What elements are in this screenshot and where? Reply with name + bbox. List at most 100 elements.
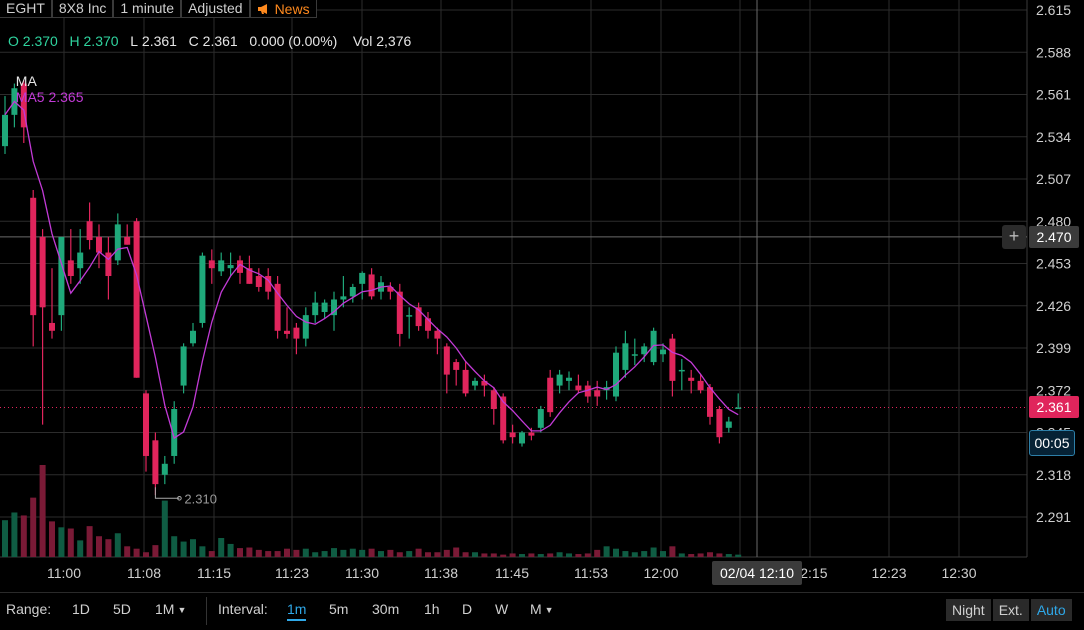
interval-m-label: M [530,601,542,617]
volume-bar [594,549,601,557]
candle-body [406,315,413,317]
interval-m-dropdown[interactable]: M ▼ [530,601,554,617]
volume-bar [284,548,290,557]
ohlc-readout: O 2.370 H 2.370 L 2.361 C 2.361 0.000 (0… [8,33,411,49]
candle-body [218,260,225,272]
range-label: Range: [6,601,52,617]
volume-bar [697,553,704,557]
close-label: C [188,33,199,49]
volume-bar [133,548,140,557]
interval-1m[interactable]: 1m [287,601,307,621]
volume-bar [443,549,450,557]
volume-bar [274,551,281,557]
volume-bar [378,551,384,557]
volume-bar [49,521,55,557]
ma-label[interactable]: MA [16,73,36,89]
caret-down-icon: ▼ [177,605,187,616]
interval-w[interactable]: W [495,601,508,617]
volume-bar [603,546,610,557]
interval-1h[interactable]: 1h [424,601,440,617]
volume-bar [180,541,187,557]
ma-legend: MA MA5 2.365 [8,57,84,105]
change-value: 0.000 (0.00%) [249,33,338,49]
volume-bar [349,548,356,557]
candle-body [227,265,234,269]
volume-bar [161,500,168,557]
candle-body [190,330,196,344]
volume-bar [265,551,272,557]
chart-header: EGHT 8X8 Inc 1 minute Adjusted News [0,0,317,18]
price-chart[interactable]: 2.6152.5882.5612.5342.5072.4802.4532.426… [0,0,1084,592]
interval-5m[interactable]: 5m [329,601,348,617]
volume-label: Vol [352,33,373,49]
x-tick-label: 12:30 [941,565,976,581]
volume-bar [86,526,93,557]
interval-30m[interactable]: 30m [372,601,399,617]
volume-bar [199,546,206,557]
volume-bar [650,547,657,557]
candle-body [180,346,187,386]
night-mode-button[interactable]: Night [946,599,991,621]
candle-body [302,315,309,339]
candle-body [39,236,46,308]
volume-bar [331,548,337,557]
x-tick-label: 11:38 [424,565,458,581]
symbol-label[interactable]: EGHT [0,0,52,18]
volume-bar [434,552,441,557]
volume-bar [58,527,65,557]
volume-bar [425,552,431,557]
candle-body [613,352,619,397]
interval-d[interactable]: D [462,601,472,617]
auto-mode-button[interactable]: Auto [1030,599,1072,621]
volume-bar [208,551,215,557]
volume-bar [528,553,535,557]
y-tick-label: 2.615 [1036,2,1071,18]
volume-bar [30,497,37,557]
candle-body [199,255,206,323]
news-button[interactable]: News [249,0,317,18]
y-tick-label: 2.426 [1036,298,1071,314]
bar-timer-label: 00:05 [1029,430,1075,456]
volume-bar [359,549,366,557]
add-alert-plus-icon[interactable]: + [1002,225,1026,249]
x-tick-label: 11:00 [47,565,81,581]
candle-body [509,432,516,438]
news-label: News [274,0,310,17]
megaphone-icon [257,3,267,14]
volume-bar [190,539,196,557]
volume-bar [11,512,18,557]
range-1m-label: 1M [155,601,175,617]
ext-mode-button[interactable]: Ext. [992,599,1029,621]
candle-body [2,114,8,147]
volume-bar [500,554,507,557]
volume-bar [302,548,309,557]
range-1m-dropdown[interactable]: 1M ▼ [155,601,186,617]
caret-down-icon: ▼ [544,605,554,616]
candle-body [453,362,460,370]
candle-body [293,327,300,339]
range-1d[interactable]: 1D [72,601,90,617]
range-5d[interactable]: 5D [113,601,131,617]
candle-body [152,440,159,485]
candle-body [669,338,676,381]
x-tick-label: 11:30 [345,565,379,581]
volume-bar [735,554,742,557]
volume-bar [472,552,478,557]
open-label: O [8,33,19,49]
candle-body [368,274,375,297]
y-tick-label: 2.399 [1036,340,1071,356]
volume-bar [631,552,638,557]
low-value: 2.361 [141,33,177,49]
candle-body [312,302,319,316]
interval-label[interactable]: 1 minute [113,0,182,18]
volume-bar [255,549,262,557]
candle-body [716,409,723,438]
candle-body [519,432,525,444]
y-tick-label: 2.318 [1036,467,1071,483]
volume-bar [143,552,149,557]
candle-body [133,221,140,378]
adjusted-label[interactable]: Adjusted [181,0,250,18]
candle-body [697,380,704,391]
volume-bar [39,465,46,557]
volume-bar [340,549,347,557]
